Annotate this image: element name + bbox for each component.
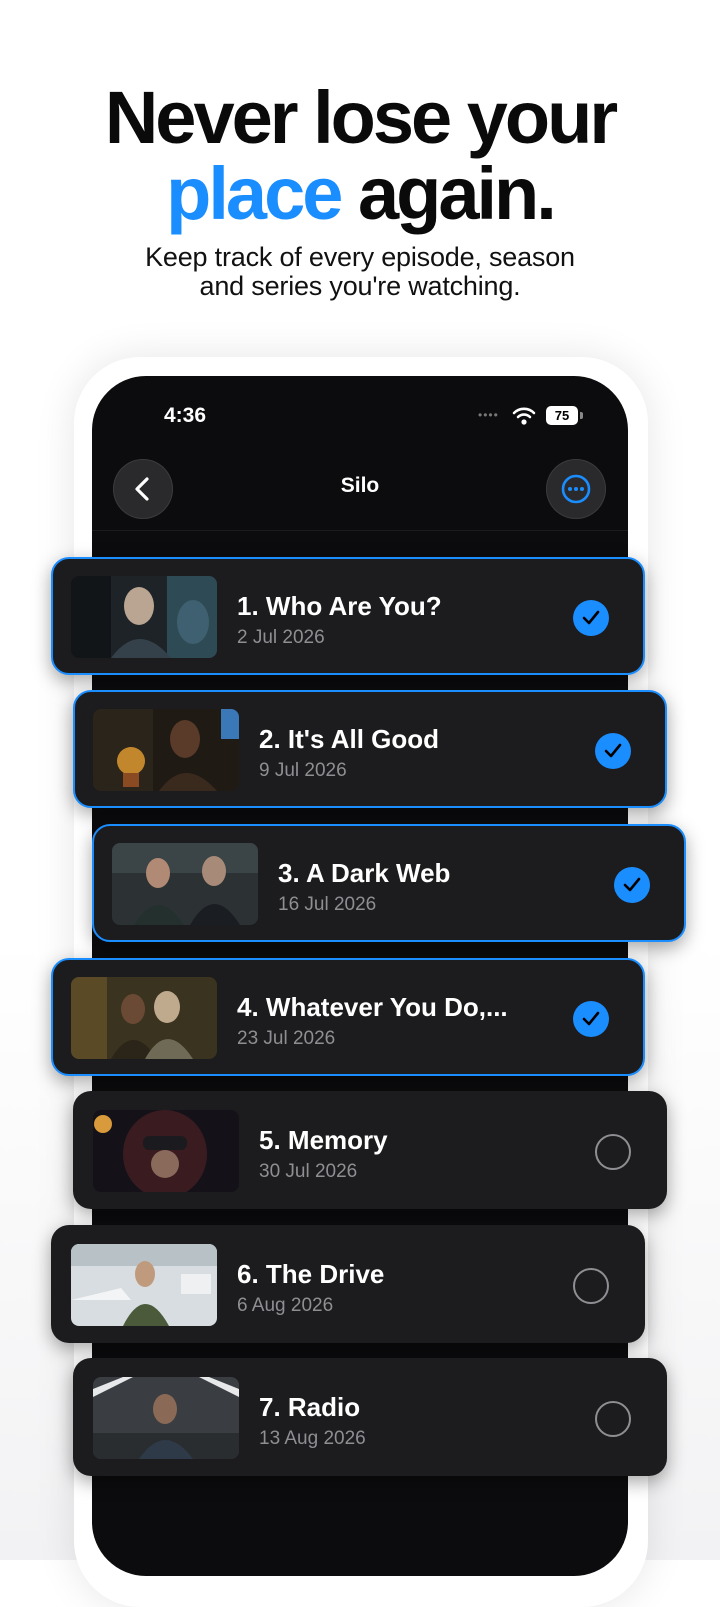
episode-title: 2. It's All Good bbox=[259, 724, 440, 754]
episode-date: 9 Jul 2026 bbox=[259, 760, 347, 781]
episode-thumbnail bbox=[93, 1377, 239, 1459]
chevron-left-icon bbox=[135, 477, 149, 501]
back-button[interactable] bbox=[113, 459, 173, 519]
episode-card-7[interactable]: 7. Radio 13 Aug 2026 bbox=[73, 1358, 667, 1476]
episode-title: 5. Memory bbox=[259, 1125, 388, 1155]
checkmark-icon bbox=[582, 1011, 600, 1026]
episode-thumbnail bbox=[93, 709, 239, 791]
unwatched-circle-button[interactable] bbox=[595, 1134, 631, 1170]
headline-line-2: place again. bbox=[0, 156, 720, 232]
episode-date: 30 Jul 2026 bbox=[259, 1161, 358, 1182]
episode-date: 23 Jul 2026 bbox=[237, 1028, 336, 1049]
episode-date: 2 Jul 2026 bbox=[237, 627, 325, 648]
episode-date: 6 Aug 2026 bbox=[237, 1295, 334, 1316]
cellular-signal-icon: •••• bbox=[478, 408, 499, 422]
episode-title: 3. A Dark Web bbox=[278, 858, 451, 888]
episode-card-4[interactable]: 4. Whatever You Do,... 23 Jul 2026 bbox=[51, 958, 645, 1076]
watched-checkmark-button[interactable] bbox=[573, 1001, 609, 1037]
status-time: 4:36 bbox=[164, 404, 207, 427]
subheadline-line-2: and series you're watching. bbox=[199, 271, 521, 301]
headline-accent-word: place bbox=[166, 152, 343, 235]
unwatched-circle-button[interactable] bbox=[595, 1401, 631, 1437]
headline-line-2-rest: again. bbox=[340, 152, 557, 235]
checkmark-icon bbox=[623, 877, 641, 892]
headline-line-1: Never lose your bbox=[104, 76, 618, 159]
episode-thumbnail bbox=[71, 576, 217, 658]
episode-card-1[interactable]: 1. Who Are You? 2 Jul 2026 bbox=[51, 557, 645, 675]
watched-checkmark-button[interactable] bbox=[595, 733, 631, 769]
episode-card-5[interactable]: 5. Memory 30 Jul 2026 bbox=[73, 1091, 667, 1209]
checkmark-icon bbox=[582, 610, 600, 625]
wifi-icon bbox=[512, 407, 536, 425]
episode-title: 7. Radio bbox=[259, 1392, 361, 1422]
episode-thumbnail bbox=[93, 1110, 239, 1192]
episode-card-3[interactable]: 3. A Dark Web 16 Jul 2026 bbox=[92, 824, 686, 942]
checkmark-icon bbox=[604, 743, 622, 758]
episode-thumbnail bbox=[71, 1244, 217, 1326]
episode-card-2[interactable]: 2. It's All Good 9 Jul 2026 bbox=[73, 690, 667, 808]
headline: Never lose your place again. bbox=[0, 80, 720, 232]
unwatched-circle-button[interactable] bbox=[573, 1268, 609, 1304]
episode-card-6[interactable]: 6. The Drive 6 Aug 2026 bbox=[51, 1225, 645, 1343]
episode-thumbnail bbox=[71, 977, 217, 1059]
episode-date: 13 Aug 2026 bbox=[259, 1428, 366, 1449]
episode-title: 1. Who Are You? bbox=[237, 591, 442, 621]
nav-divider bbox=[92, 530, 628, 531]
subheadline: Keep track of every episode, season and … bbox=[0, 243, 720, 301]
battery-icon: 75 bbox=[546, 406, 578, 425]
more-options-button[interactable] bbox=[546, 459, 606, 519]
episode-date: 16 Jul 2026 bbox=[278, 894, 377, 915]
watched-checkmark-button[interactable] bbox=[614, 867, 650, 903]
subheadline-line-1: Keep track of every episode, season bbox=[145, 242, 575, 272]
ellipsis-circle-icon bbox=[561, 474, 591, 504]
battery-tip bbox=[580, 412, 583, 419]
status-bar: 4:36 •••• 75 bbox=[92, 400, 628, 440]
episode-thumbnail bbox=[112, 843, 258, 925]
episode-title: 4. Whatever You Do,... bbox=[237, 992, 508, 1022]
episode-title: 6. The Drive bbox=[237, 1259, 385, 1289]
screen-title: Silo bbox=[340, 474, 380, 497]
watched-checkmark-button[interactable] bbox=[573, 600, 609, 636]
